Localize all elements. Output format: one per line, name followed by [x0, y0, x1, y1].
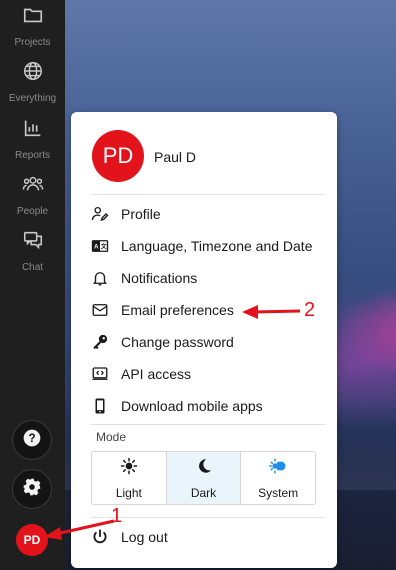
- menu-item-label: API access: [121, 366, 192, 382]
- moon-icon: [195, 457, 213, 480]
- sidebar-item-label: Everything: [8, 93, 57, 104]
- mode-light-label: Light: [115, 485, 142, 500]
- sidebar-item-people[interactable]: People: [0, 173, 65, 223]
- menu-item-label: Change password: [121, 334, 234, 350]
- svg-text:?: ?: [28, 432, 35, 445]
- people-icon: [22, 173, 44, 200]
- gear-icon: [22, 477, 42, 502]
- envelope-icon: [90, 300, 110, 320]
- sidebar-item-label: People: [16, 206, 49, 217]
- chat-icon: [22, 229, 44, 256]
- mode-label: Mode: [96, 430, 127, 444]
- sun-icon: [120, 457, 138, 480]
- avatar: PD: [92, 130, 144, 182]
- sidebar-item-label: Projects: [14, 37, 51, 48]
- user-name: Paul D: [154, 149, 197, 165]
- mode-system-button[interactable]: System: [241, 452, 315, 504]
- mode-dark-button[interactable]: Dark: [166, 452, 242, 504]
- bell-icon: [90, 268, 110, 288]
- sidebar: Projects Everything Reports People Chat …: [0, 0, 65, 570]
- power-icon: [90, 527, 110, 547]
- svg-text:A: A: [94, 245, 99, 251]
- divider: [90, 517, 326, 518]
- svg-text:文: 文: [100, 243, 108, 251]
- menu-item-label: Language, Timezone and Date: [121, 238, 313, 254]
- sidebar-item-label: Chat: [21, 262, 44, 273]
- menu-item-label: Profile: [121, 206, 161, 222]
- user-menu-header: PD Paul D: [71, 112, 337, 194]
- menu-item-notifications[interactable]: Notifications: [71, 263, 337, 293]
- annotation-number-1: 1: [111, 505, 123, 527]
- annotation-number-2: 2: [304, 299, 316, 321]
- menu-item-label: Email preferences: [121, 302, 234, 318]
- logout-label: Log out: [121, 529, 168, 545]
- mobile-icon: [90, 396, 110, 416]
- key-icon: [90, 332, 110, 352]
- system-icon: [269, 457, 287, 480]
- settings-button[interactable]: [12, 469, 52, 509]
- menu-item-change-password[interactable]: Change password: [71, 327, 337, 357]
- sidebar-item-label: Reports: [14, 150, 50, 161]
- bar-chart-icon: [22, 117, 44, 144]
- user-edit-icon: [90, 204, 110, 224]
- mode-light-button[interactable]: Light: [92, 452, 167, 504]
- mode-dark-label: Dark: [190, 485, 217, 500]
- menu-item-download-mobile-apps[interactable]: Download mobile apps: [71, 391, 337, 421]
- user-avatar-button[interactable]: PD: [16, 524, 48, 556]
- mode-system-label: System: [258, 485, 299, 500]
- menu-item-email-preferences[interactable]: Email preferences: [71, 295, 337, 325]
- mode-selector: Light Dark System: [91, 451, 316, 505]
- globe-icon: [22, 60, 44, 87]
- language-icon: A文: [90, 236, 110, 256]
- question-icon: ?: [22, 428, 42, 453]
- menu-item-profile[interactable]: Profile: [71, 199, 337, 229]
- api-icon: [90, 364, 110, 384]
- divider: [90, 194, 326, 195]
- user-menu: PD Paul D Profile A文 Language, Timezone …: [71, 112, 337, 568]
- divider: [90, 424, 326, 425]
- menu-item-label: Download mobile apps: [121, 398, 263, 414]
- menu-item-api-access[interactable]: API access: [71, 359, 337, 389]
- help-button[interactable]: ?: [12, 420, 52, 460]
- sidebar-item-projects[interactable]: Projects: [0, 4, 65, 54]
- sidebar-item-reports[interactable]: Reports: [0, 117, 65, 167]
- menu-item-language[interactable]: A文 Language, Timezone and Date: [71, 231, 337, 261]
- sidebar-item-chat[interactable]: Chat: [0, 229, 65, 279]
- folder-icon: [22, 4, 44, 31]
- menu-item-label: Notifications: [121, 270, 198, 286]
- sidebar-item-everything[interactable]: Everything: [0, 60, 65, 110]
